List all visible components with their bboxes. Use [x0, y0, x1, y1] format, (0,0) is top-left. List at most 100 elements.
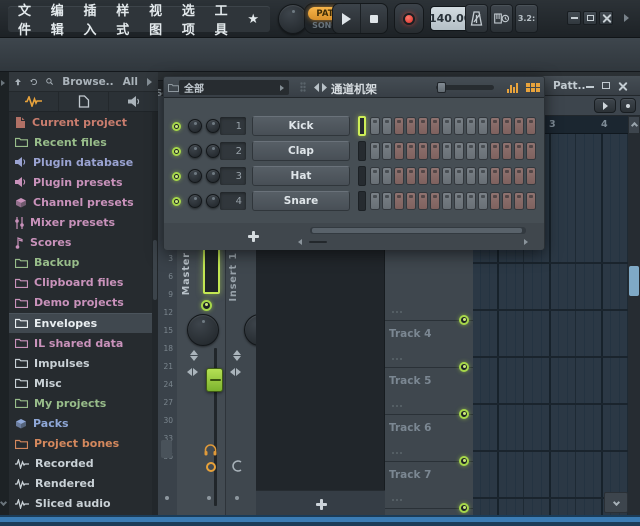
- step-cell[interactable]: [502, 142, 512, 160]
- channel-pan-knob[interactable]: [188, 194, 202, 208]
- step-cell[interactable]: [454, 117, 464, 135]
- step-cell[interactable]: [382, 192, 392, 210]
- sidebar-item-backup[interactable]: Backup: [9, 253, 152, 273]
- track-enable-led[interactable]: [459, 362, 469, 372]
- sidebar-item-current-project[interactable]: Current project: [9, 112, 152, 132]
- channel-volume-knob[interactable]: [206, 169, 220, 183]
- browser-scrollbar-thumb[interactable]: [153, 240, 157, 300]
- track-drag-dots[interactable]: [392, 499, 402, 501]
- routing-dot[interactable]: [235, 496, 239, 500]
- collapse-arrow-icon[interactable]: [1, 80, 5, 86]
- scroll-right-icon[interactable]: [524, 239, 528, 245]
- filter-all-label[interactable]: All: [123, 76, 138, 88]
- step-cell[interactable]: [514, 117, 524, 135]
- stop-button[interactable]: [360, 4, 388, 33]
- steps-hscrollbar-thumb[interactable]: [312, 228, 522, 233]
- channel-enable-led[interactable]: [172, 172, 181, 181]
- channel-filter-dropdown[interactable]: 全部: [179, 80, 289, 95]
- scroll-down-button[interactable]: [604, 492, 628, 513]
- menu-item-工具[interactable]: 工具: [215, 0, 241, 38]
- step-cell[interactable]: [526, 117, 536, 135]
- favorites-star[interactable]: ★: [247, 12, 260, 27]
- track-updown-arrows[interactable]: [233, 350, 241, 361]
- track-leftright-arrows[interactable]: [187, 368, 198, 376]
- step-cell[interactable]: [478, 142, 488, 160]
- step-cell[interactable]: [454, 192, 464, 210]
- step-cell[interactable]: [490, 142, 500, 160]
- step-cell[interactable]: [382, 167, 392, 185]
- track-drag-dots[interactable]: [392, 405, 402, 407]
- routing-dot[interactable]: [207, 496, 211, 500]
- sidebar-item-scores[interactable]: Scores: [9, 233, 152, 253]
- step-cell[interactable]: [466, 167, 476, 185]
- step-cell[interactable]: [442, 192, 452, 210]
- graph-editor-icon[interactable]: [507, 83, 518, 93]
- playlist-marker-button[interactable]: [620, 98, 636, 113]
- sidebar-item-misc[interactable]: Misc: [9, 373, 152, 393]
- sidebar-item-sliced-audio[interactable]: Sliced audio: [9, 494, 152, 514]
- channel-rack-titlebar[interactable]: 全部 通道机架: [164, 77, 544, 98]
- metronome-button[interactable]: [465, 4, 488, 33]
- step-cell[interactable]: [514, 192, 524, 210]
- menu-item-插入[interactable]: 插入: [84, 0, 110, 38]
- routing-dot[interactable]: [165, 496, 169, 500]
- step-cell[interactable]: [370, 167, 380, 185]
- scroll-dash[interactable]: [309, 241, 327, 243]
- step-cell[interactable]: [418, 117, 428, 135]
- wait-for-input-button[interactable]: [490, 4, 513, 33]
- step-cell[interactable]: [454, 167, 464, 185]
- swing-slider[interactable]: [436, 85, 494, 90]
- search-icon[interactable]: [46, 76, 53, 87]
- master-fader[interactable]: [206, 368, 223, 392]
- sidebar-item-impulses[interactable]: Impulses: [9, 353, 152, 373]
- sidebar-item-packs[interactable]: Packs: [9, 414, 152, 434]
- step-cell[interactable]: [502, 192, 512, 210]
- minimize-button[interactable]: [567, 11, 581, 25]
- sidebar-item-my-projects[interactable]: My projects: [9, 393, 152, 413]
- step-cell[interactable]: [442, 117, 452, 135]
- playlist-vscrollbar-thumb[interactable]: [629, 266, 639, 296]
- step-cell[interactable]: [502, 167, 512, 185]
- sidebar-item-clipboard-files[interactable]: Clipboard files: [9, 273, 152, 293]
- channel-enable-led[interactable]: [172, 122, 181, 131]
- track-enable-led[interactable]: [459, 456, 469, 466]
- add-icon[interactable]: [316, 499, 325, 508]
- sidebar-item-envelopes[interactable]: Envelopes: [9, 313, 152, 333]
- sidebar-item-project-bones[interactable]: Project bones: [9, 434, 152, 454]
- headphones-icon[interactable]: [204, 444, 217, 456]
- channel-pan-knob[interactable]: [188, 169, 202, 183]
- track-updown-arrows[interactable]: [190, 350, 198, 361]
- swing-slider-thumb[interactable]: [437, 82, 446, 93]
- playlist-next-button[interactable]: [594, 98, 616, 113]
- menu-item-文件[interactable]: 文件: [18, 0, 44, 38]
- toolbar-overflow-arrow-icon[interactable]: [624, 14, 629, 22]
- track-enable-led[interactable]: [459, 315, 469, 325]
- menu-item-视图[interactable]: 视图: [149, 0, 175, 38]
- step-cell[interactable]: [394, 192, 404, 210]
- channel-enable-led[interactable]: [172, 147, 181, 156]
- step-cell[interactable]: [478, 192, 488, 210]
- menu-item-选项[interactable]: 选项: [182, 0, 208, 38]
- step-cell[interactable]: [454, 142, 464, 160]
- channel-pan-knob[interactable]: [188, 144, 202, 158]
- maximize-icon[interactable]: [602, 82, 610, 89]
- keyboard-editor-icon[interactable]: [526, 83, 540, 92]
- menu-item-样式[interactable]: 样式: [116, 0, 142, 38]
- step-cell[interactable]: [370, 192, 380, 210]
- step-cell[interactable]: [478, 167, 488, 185]
- browse-label[interactable]: Browse..: [62, 76, 113, 88]
- sidebar-item-demo-projects[interactable]: Demo projects: [9, 293, 152, 313]
- scroll-down-icon[interactable]: [0, 499, 7, 506]
- step-cell[interactable]: [406, 117, 416, 135]
- step-cell[interactable]: [418, 192, 428, 210]
- track-drag-dots[interactable]: [392, 311, 402, 313]
- step-cell[interactable]: [490, 167, 500, 185]
- track-name-label[interactable]: Track 5: [389, 375, 431, 387]
- step-cell[interactable]: [526, 192, 536, 210]
- step-cell[interactable]: [370, 142, 380, 160]
- step-cell[interactable]: [430, 167, 440, 185]
- track-enable-led[interactable]: [459, 503, 469, 513]
- step-cell[interactable]: [430, 117, 440, 135]
- mixer-scrollbar-thumb[interactable]: [161, 440, 172, 458]
- tab-files[interactable]: [58, 92, 108, 111]
